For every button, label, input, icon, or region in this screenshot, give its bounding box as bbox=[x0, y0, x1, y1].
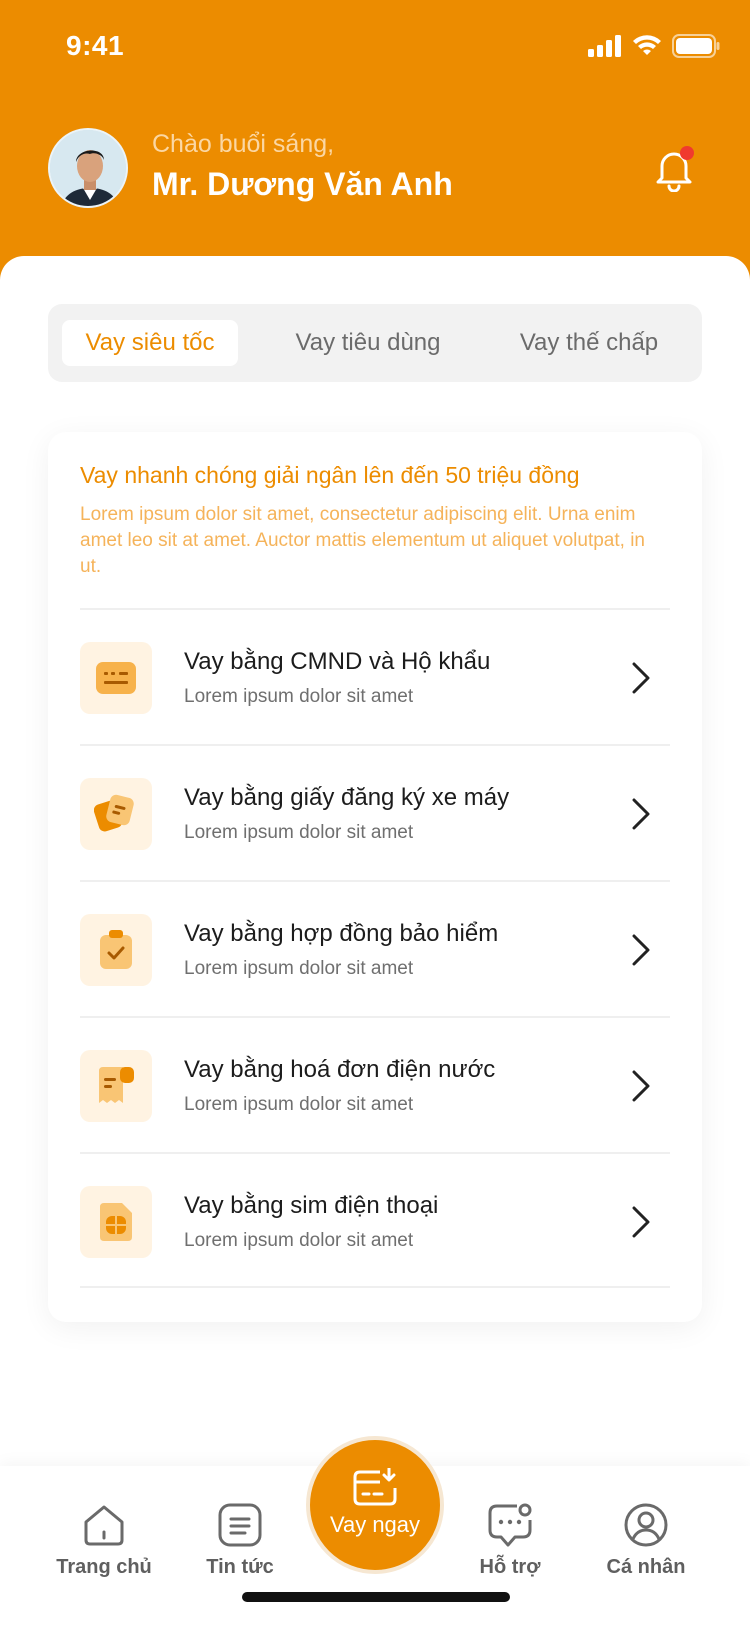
loan-type-tabs: Vay siêu tốc Vay tiêu dùng Vay thế chấp bbox=[48, 304, 702, 382]
user-name: Mr. Dương Văn Anh bbox=[152, 166, 453, 202]
option-title: Vay bằng CMND và Hộ khẩu bbox=[184, 648, 491, 675]
tab-vay-tieu-dung[interactable]: Vay tiêu dùng bbox=[268, 320, 468, 366]
option-hoa-don-dien-nuoc[interactable]: Vay bằng hoá đơn điện nước Lorem ipsum d… bbox=[80, 1016, 670, 1152]
option-sim-dien-thoai[interactable]: Vay bằng sim điện thoại Lorem ipsum dolo… bbox=[80, 1152, 670, 1288]
nav-item-tin-tuc[interactable]: Tin tức bbox=[180, 1502, 300, 1579]
vay-ngay-button[interactable]: Vay ngay bbox=[306, 1436, 444, 1574]
option-subtitle: Lorem ipsum dolor sit amet bbox=[184, 822, 414, 843]
battery-icon bbox=[672, 34, 720, 58]
status-time: 9:41 bbox=[66, 30, 125, 61]
home-indicator bbox=[242, 1592, 510, 1602]
nav-label: Tin tức bbox=[206, 1556, 274, 1578]
option-subtitle: Lorem ipsum dolor sit amet bbox=[184, 1094, 414, 1115]
notification-dot bbox=[680, 146, 694, 160]
home-screen: 9:41 Chào buổi sáng, Mr. Dương Văn Anh V… bbox=[0, 0, 750, 1626]
status-icons bbox=[588, 34, 720, 58]
vay-ngay-label: Vay ngay bbox=[329, 1512, 421, 1537]
option-title: Vay bằng hoá đơn điện nước bbox=[184, 1056, 496, 1083]
chevron-right-icon bbox=[632, 798, 650, 830]
option-subtitle: Lorem ipsum dolor sit amet bbox=[184, 686, 414, 707]
tab-vay-sieu-toc[interactable]: Vay siêu tốc bbox=[62, 320, 238, 366]
user-photo-icon bbox=[50, 130, 126, 206]
loan-options-card: Vay nhanh chóng giải ngân lên đến 50 tri… bbox=[48, 432, 702, 1322]
option-subtitle: Lorem ipsum dolor sit amet bbox=[184, 1230, 414, 1251]
option-title: Vay bằng sim điện thoại bbox=[184, 1192, 439, 1219]
chevron-right-icon bbox=[632, 1070, 650, 1102]
option-giay-dang-ky-xe[interactable]: Vay bằng giấy đăng ký xe máy Lorem ipsum… bbox=[80, 744, 670, 880]
option-title: Vay bằng giấy đăng ký xe máy bbox=[184, 784, 510, 811]
id-card-icon bbox=[80, 642, 152, 714]
header: 9:41 Chào buổi sáng, Mr. Dương Văn Anh bbox=[0, 0, 750, 290]
notification-bell-icon[interactable] bbox=[650, 144, 698, 192]
documents-icon bbox=[80, 778, 152, 850]
card-description: Lorem ipsum dolor sit amet, consectetur … bbox=[80, 504, 645, 577]
option-title: Vay bằng hợp đồng bảo hiểm bbox=[184, 920, 499, 947]
chat-support-icon bbox=[488, 1503, 532, 1547]
card-title: Vay nhanh chóng giải ngân lên đến 50 tri… bbox=[80, 462, 580, 488]
nav-label: Trang chủ bbox=[56, 1556, 152, 1578]
receipt-icon bbox=[80, 1050, 152, 1122]
chevron-right-icon bbox=[632, 1206, 650, 1238]
news-icon bbox=[218, 1503, 262, 1547]
signal-icon bbox=[588, 35, 621, 57]
loan-card-icon bbox=[353, 1468, 397, 1506]
home-icon bbox=[84, 1505, 124, 1546]
nav-item-trang-chu[interactable]: Trang chủ bbox=[44, 1502, 164, 1579]
chevron-right-icon bbox=[632, 662, 650, 694]
chevron-right-icon bbox=[632, 934, 650, 966]
greeting-text: Chào buổi sáng, bbox=[152, 130, 335, 158]
nav-item-ho-tro[interactable]: Hỗ trợ bbox=[450, 1502, 570, 1579]
option-cmnd[interactable]: Vay bằng CMND và Hộ khẩu Lorem ipsum dol… bbox=[80, 608, 670, 744]
avatar[interactable] bbox=[48, 128, 128, 208]
profile-icon bbox=[624, 1503, 668, 1547]
nav-label: Cá nhân bbox=[606, 1556, 686, 1578]
wifi-icon bbox=[633, 35, 661, 55]
tab-vay-the-chap[interactable]: Vay thế chấp bbox=[484, 320, 694, 366]
clipboard-check-icon bbox=[80, 914, 152, 986]
option-subtitle: Lorem ipsum dolor sit amet bbox=[184, 958, 414, 979]
nav-label: Hỗ trợ bbox=[479, 1556, 541, 1578]
option-hop-dong-bao-hiem[interactable]: Vay bằng hợp đồng bảo hiểm Lorem ipsum d… bbox=[80, 880, 670, 1016]
nav-item-ca-nhan[interactable]: Cá nhân bbox=[586, 1502, 706, 1579]
sim-card-icon bbox=[80, 1186, 152, 1258]
